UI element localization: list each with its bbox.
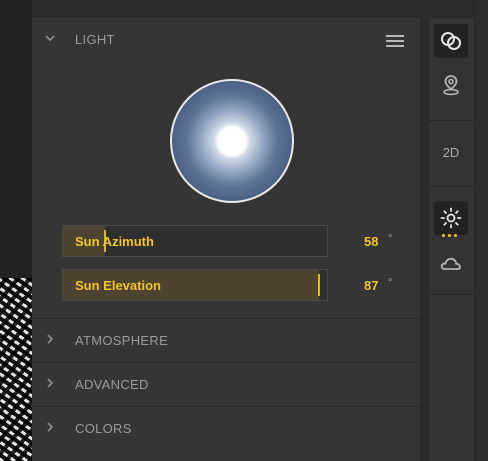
chevron-right-icon: [44, 421, 58, 435]
light-settings-panel: LIGHT Sun Azimuth 58 ° Sun Elevation 87 …: [32, 18, 420, 461]
sun-elevation-label: Sun Elevation: [75, 278, 161, 293]
section-advanced-title: ADVANCED: [75, 377, 149, 392]
slider-handle[interactable]: [318, 274, 320, 296]
active-indicator: [442, 234, 462, 237]
section-colors-title: COLORS: [75, 421, 132, 436]
map-viewport[interactable]: [0, 0, 32, 461]
sun-position-dial[interactable]: [170, 79, 294, 203]
section-advanced-header[interactable]: ADVANCED: [32, 362, 420, 406]
layers-icon: [441, 32, 461, 50]
weather-button[interactable]: [434, 246, 468, 280]
section-light-title: LIGHT: [75, 32, 115, 47]
cloud-icon: [440, 257, 461, 270]
layers-button[interactable]: [434, 24, 468, 58]
sun-azimuth-label: Sun Azimuth: [75, 234, 154, 249]
chevron-right-icon: [44, 377, 58, 391]
hamburger-menu-icon[interactable]: [386, 35, 404, 47]
sun-elevation-slider[interactable]: Sun Elevation: [62, 269, 328, 301]
right-toolbar: 2D: [428, 18, 475, 461]
location-pin-icon: [443, 75, 459, 96]
section-atmosphere-header[interactable]: ATMOSPHERE: [32, 318, 420, 362]
section-atmosphere-title: ATMOSPHERE: [75, 333, 169, 348]
sun-azimuth-unit: °: [388, 233, 393, 245]
2d-view-label: 2D: [442, 144, 460, 160]
chevron-down-icon: [44, 32, 58, 46]
chevron-right-icon: [44, 333, 58, 347]
sun-elevation-value: 87: [364, 278, 379, 293]
sun-azimuth-slider[interactable]: Sun Azimuth: [62, 225, 328, 257]
location-button[interactable]: [434, 68, 468, 102]
section-colors-header[interactable]: COLORS: [32, 406, 420, 450]
sun-azimuth-value: 58: [364, 234, 379, 249]
sun-icon: [440, 207, 462, 229]
scrollbar-strip[interactable]: [474, 0, 488, 461]
section-light-header[interactable]: LIGHT: [32, 18, 420, 62]
2d-view-button[interactable]: 2D: [434, 135, 468, 169]
top-bar: [0, 0, 474, 18]
sun-light-button[interactable]: [434, 201, 468, 235]
sun-elevation-unit: °: [388, 277, 393, 289]
